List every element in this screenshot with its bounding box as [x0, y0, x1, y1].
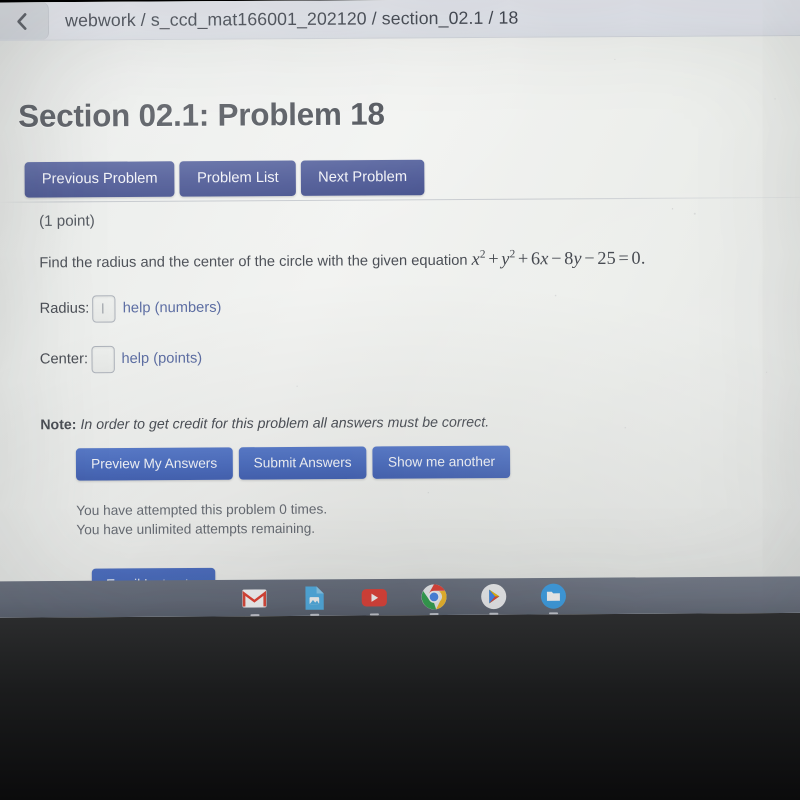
- equation-coef-6: 6: [530, 248, 541, 269]
- youtube-icon[interactable]: [361, 584, 387, 616]
- files-open-indicator: [548, 612, 558, 615]
- page-title: Section 02.1: Problem 18: [18, 96, 385, 134]
- chevron-left-icon: [14, 11, 28, 31]
- show-me-another-button[interactable]: Show me another: [372, 445, 511, 479]
- equation-y: y: [501, 248, 510, 269]
- center-input[interactable]: [90, 345, 115, 373]
- equation-period: .: [640, 247, 646, 268]
- files-icon[interactable]: [540, 583, 566, 615]
- photo-frame: webwork / s_ccd_mat166001_202120 / secti…: [0, 0, 800, 800]
- desk-surface: [0, 600, 800, 800]
- equation-equals: =: [618, 247, 630, 268]
- google-play-icon[interactable]: [480, 583, 506, 615]
- radius-answer-row: Radius: help (numbers): [40, 291, 749, 323]
- point-value: (1 point): [38, 212, 95, 230]
- equation-const-25: 25: [597, 247, 617, 268]
- chromeos-shelf: [0, 576, 800, 618]
- laptop-screen: webwork / s_ccd_mat166001_202120 / secti…: [0, 0, 800, 618]
- answer-actions: Preview My Answers Submit Answers Show m…: [75, 444, 749, 481]
- youtube-open-indicator: [369, 613, 379, 616]
- equation-var-y: y: [573, 247, 582, 269]
- credit-note: Note: In order to get credit for this pr…: [40, 411, 748, 432]
- equation-plus-2: +: [517, 248, 529, 269]
- back-button[interactable]: [0, 2, 50, 40]
- browser-top-bar: webwork / s_ccd_mat166001_202120 / secti…: [0, 0, 800, 41]
- equation-plus-1: +: [488, 248, 499, 269]
- chrome-icon[interactable]: [420, 584, 447, 616]
- problem-statement: Find the radius and the center of the ci…: [39, 246, 748, 273]
- gmail-open-indicator: [249, 614, 260, 617]
- center-answer-row: Center: help (points): [40, 341, 749, 373]
- note-text: In order to get credit for this problem …: [76, 412, 490, 432]
- header-divider: [0, 196, 800, 203]
- center-label: Center:: [39, 351, 89, 368]
- webwork-page: webwork / s_ccd_mat166001_202120 / secti…: [0, 0, 800, 601]
- note-label: Note:: [40, 415, 77, 432]
- next-problem-button[interactable]: Next Problem: [300, 159, 425, 196]
- play-open-indicator: [488, 612, 498, 615]
- radius-label: Radius:: [39, 300, 90, 317]
- problem-list-button[interactable]: Problem List: [179, 160, 296, 197]
- equation-coef-8: 8: [564, 247, 574, 269]
- attempts-remaining-line: You have unlimited attempts remaining.: [76, 520, 316, 538]
- problem-nav-bar: Previous Problem Problem List Next Probl…: [24, 159, 425, 198]
- help-numbers-link[interactable]: help (numbers): [123, 300, 222, 317]
- problem-statement-text: Find the radius and the center of the ci…: [39, 252, 468, 272]
- radius-input[interactable]: [92, 294, 116, 323]
- chrome-open-indicator: [429, 613, 439, 616]
- problem-body: (1 point) Find the radius and the center…: [39, 208, 750, 601]
- help-points-link[interactable]: help (points): [121, 350, 202, 367]
- equation-minus-2: −: [584, 247, 595, 269]
- gmail-icon[interactable]: [241, 585, 267, 617]
- google-docs-icon[interactable]: [301, 584, 327, 616]
- attempts-info: You have attempted this problem 0 times.…: [76, 496, 749, 540]
- preview-my-answers-button[interactable]: Preview My Answers: [75, 446, 233, 481]
- docs-open-indicator: [309, 613, 319, 616]
- equation-y-exponent: 2: [509, 248, 516, 261]
- circle-equation: x2 + y2 +6x −8y −25 = 0.: [472, 247, 646, 268]
- equation-minus-1: −: [551, 247, 562, 269]
- previous-problem-button[interactable]: Previous Problem: [24, 161, 175, 198]
- breadcrumb[interactable]: webwork / s_ccd_mat166001_202120 / secti…: [65, 7, 518, 31]
- submit-answers-button[interactable]: Submit Answers: [238, 445, 367, 480]
